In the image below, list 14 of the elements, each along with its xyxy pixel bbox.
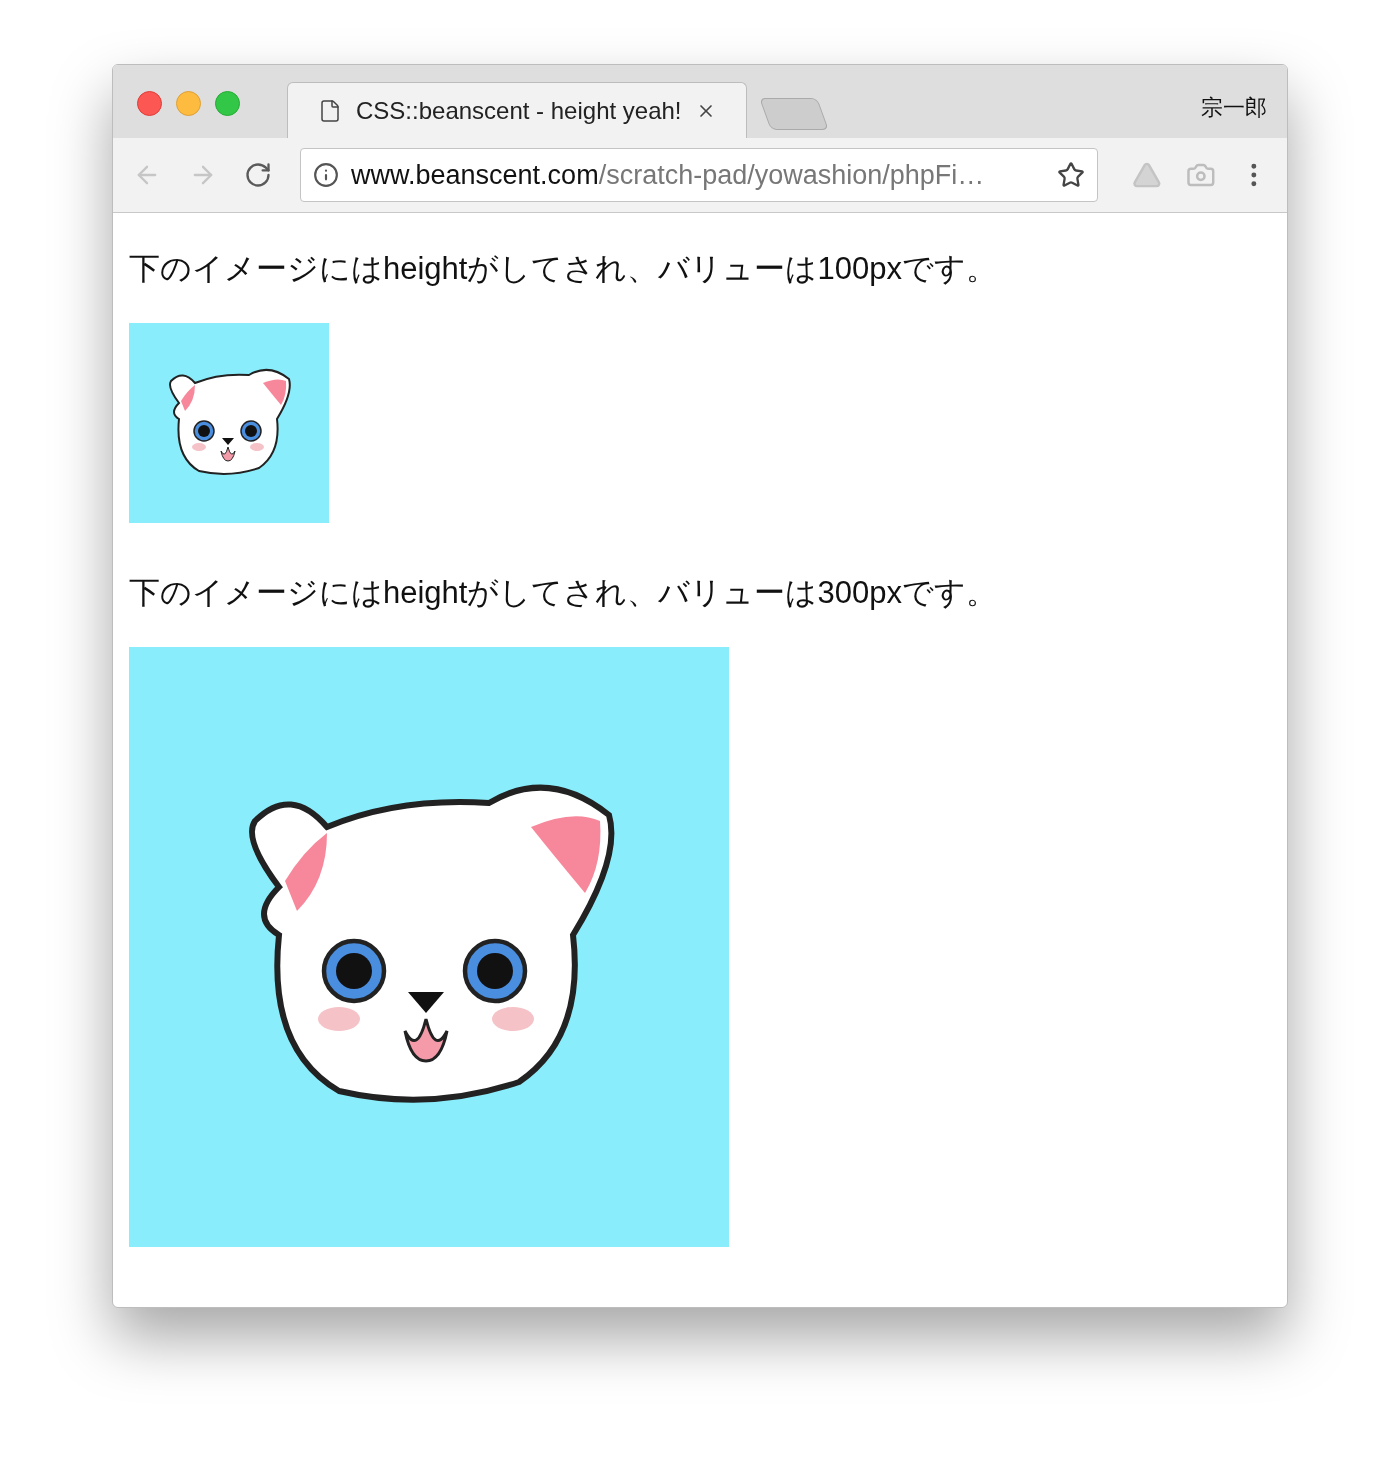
browser-tab[interactable]: CSS::beanscent - height yeah! [287,82,747,138]
tab-title: CSS::beanscent - height yeah! [356,95,682,126]
close-window-button[interactable] [137,91,162,116]
url-path: /scratch-pad/yowashion/phpFi… [598,159,985,190]
paragraph: 下のイメージにはheightがしてされ、バリューは300pxです。 [129,574,998,612]
minimize-window-button[interactable] [176,91,201,116]
maximize-window-button[interactable] [215,91,240,116]
paragraph: 下のイメージにはheightがしてされ、バリューは100pxです。 [129,250,998,288]
bookmark-star-icon[interactable] [1056,161,1085,189]
profile-name[interactable]: 宗一郎 [1201,91,1267,124]
address-bar[interactable]: www.beanscent.com/scratch-pad/yowashion/phpFi… [300,148,1098,202]
url-domain: www.beanscent.com [351,159,599,190]
info-icon[interactable] [313,162,339,188]
document-icon [318,98,342,123]
